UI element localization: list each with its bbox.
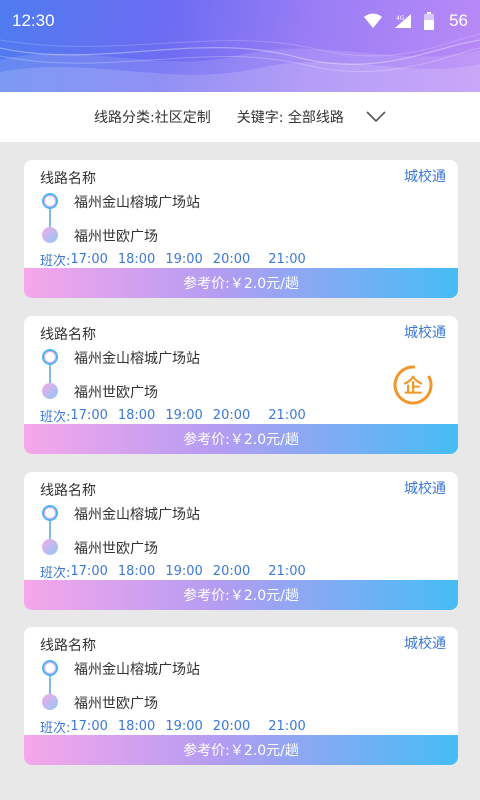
- route-name: 线路名称: [40, 483, 96, 499]
- schedule-time: 19:00: [165, 564, 203, 579]
- route-tag: 城校通: [404, 325, 446, 341]
- end-stop: 福州世欧广场: [74, 229, 158, 245]
- route-tag: 城校通: [404, 636, 446, 652]
- schedule-time: 18:00: [117, 564, 156, 579]
- schedule-time: 20:00: [212, 719, 251, 734]
- price-bar: 参考价:￥2.0元/趟: [24, 580, 458, 610]
- route-card[interactable]: 线路名称 城校通 福州金山榕城广场站 福州世欧广场 班次: 17:00 18:0…: [24, 160, 458, 298]
- route-connector: [49, 521, 51, 539]
- route-connector: [49, 209, 51, 227]
- end-stop: 福州世欧广场: [74, 385, 158, 401]
- price-label: 参考价:￥2.0元/趟: [183, 743, 299, 759]
- route-card[interactable]: 线路名称 城校通 福州金山榕城广场站 福州世欧广场 企 班次: 17:00 18…: [24, 316, 458, 454]
- end-stop: 福州世欧广场: [74, 696, 158, 712]
- schedule-label: 班次:: [40, 721, 71, 736]
- schedule-time: 21:00: [268, 719, 306, 734]
- start-stop: 福州金山榕城广场站: [74, 351, 200, 367]
- start-stop: 福州金山榕城广场站: [74, 662, 200, 678]
- header-banner: 12:30 4G 56: [0, 0, 480, 92]
- schedule-time: 19:00: [165, 252, 203, 267]
- price-bar: 参考价:￥2.0元/趟: [24, 735, 458, 765]
- status-time: 12:30: [12, 11, 55, 30]
- route-name: 线路名称: [40, 171, 96, 187]
- battery-level: 56: [449, 11, 468, 30]
- schedule-time: 19:00: [165, 719, 203, 734]
- start-dot-icon: [42, 193, 58, 209]
- price-bar: 参考价:￥2.0元/趟: [24, 424, 458, 454]
- schedule: 班次: 17:00 18:00 19:00 20:00 21:00: [40, 562, 306, 581]
- svg-text:4G: 4G: [396, 15, 405, 22]
- schedule-time: 17:00: [70, 719, 108, 734]
- end-dot-icon: [42, 383, 58, 399]
- schedule-time: 17:00: [70, 408, 108, 423]
- route-name: 线路名称: [40, 327, 96, 343]
- end-dot-icon: [42, 694, 58, 710]
- schedule-label: 班次:: [40, 254, 71, 269]
- price-bar: 参考价:￥2.0元/趟: [24, 268, 458, 298]
- start-stop: 福州金山榕城广场站: [74, 195, 200, 211]
- schedule-time: 21:00: [268, 408, 306, 423]
- end-stop: 福州世欧广场: [74, 541, 158, 557]
- route-connector: [49, 365, 51, 383]
- route-stops: 福州金山榕城广场站 福州世欧广场: [40, 502, 340, 562]
- schedule-time: 17:00: [70, 252, 108, 267]
- route-connector: [49, 676, 51, 694]
- price-label: 参考价:￥2.0元/趟: [183, 276, 299, 292]
- enterprise-badge-icon: 企: [392, 364, 434, 406]
- chevron-down-icon[interactable]: [366, 111, 386, 123]
- wifi-icon: [364, 13, 383, 28]
- signal-4g-icon: 4G: [395, 14, 412, 28]
- schedule-label: 班次:: [40, 410, 71, 425]
- end-dot-icon: [42, 227, 58, 243]
- schedule: 班次: 17:00 18:00 19:00 20:00 21:00: [40, 717, 306, 736]
- battery-icon: [424, 12, 435, 30]
- route-card[interactable]: 线路名称 城校通 福州金山榕城广场站 福州世欧广场 班次: 17:00 18:0…: [24, 472, 458, 610]
- schedule: 班次: 17:00 18:00 19:00 20:00 21:00: [40, 250, 306, 269]
- route-tag: 城校通: [404, 169, 446, 185]
- start-stop: 福州金山榕城广场站: [74, 507, 200, 523]
- start-dot-icon: [42, 349, 58, 365]
- schedule-time: 20:00: [212, 252, 251, 267]
- route-stops: 福州金山榕城广场站 福州世欧广场: [40, 190, 340, 250]
- status-icons: 4G 56: [363, 11, 468, 31]
- schedule: 班次: 17:00 18:00 19:00 20:00 21:00: [40, 406, 306, 425]
- route-tag: 城校通: [404, 481, 446, 497]
- enterprise-badge-label: 企: [402, 374, 423, 397]
- schedule-time: 20:00: [212, 564, 251, 579]
- schedule-time: 18:00: [117, 252, 156, 267]
- schedule-time: 18:00: [117, 408, 156, 423]
- route-card[interactable]: 线路名称 城校通 福州金山榕城广场站 福州世欧广场 班次: 17:00 18:0…: [24, 627, 458, 765]
- filter-bar: 线路分类:社区定制 关键字: 全部线路: [0, 92, 480, 142]
- schedule-time: 21:00: [268, 252, 306, 267]
- price-label: 参考价:￥2.0元/趟: [183, 588, 299, 604]
- schedule-time: 18:00: [117, 719, 156, 734]
- category-filter-label: 线路分类:社区定制: [94, 110, 211, 126]
- category-filter[interactable]: 线路分类:社区定制: [94, 107, 211, 127]
- route-stops: 福州金山榕城广场站 福州世欧广场: [40, 657, 340, 717]
- start-dot-icon: [42, 660, 58, 676]
- keyword-filter-label: 关键字: 全部线路: [236, 110, 344, 126]
- price-label: 参考价:￥2.0元/趟: [183, 432, 299, 448]
- schedule-label: 班次:: [40, 566, 71, 581]
- schedule-time: 19:00: [165, 408, 203, 423]
- route-stops: 福州金山榕城广场站 福州世欧广场: [40, 346, 340, 406]
- end-dot-icon: [42, 539, 58, 555]
- status-bar: 12:30 4G 56: [0, 0, 480, 42]
- schedule-time: 20:00: [212, 408, 251, 423]
- start-dot-icon: [42, 505, 58, 521]
- schedule-time: 17:00: [70, 564, 108, 579]
- route-name: 线路名称: [40, 638, 96, 654]
- schedule-time: 21:00: [268, 564, 306, 579]
- keyword-filter[interactable]: 关键字: 全部线路: [237, 107, 386, 127]
